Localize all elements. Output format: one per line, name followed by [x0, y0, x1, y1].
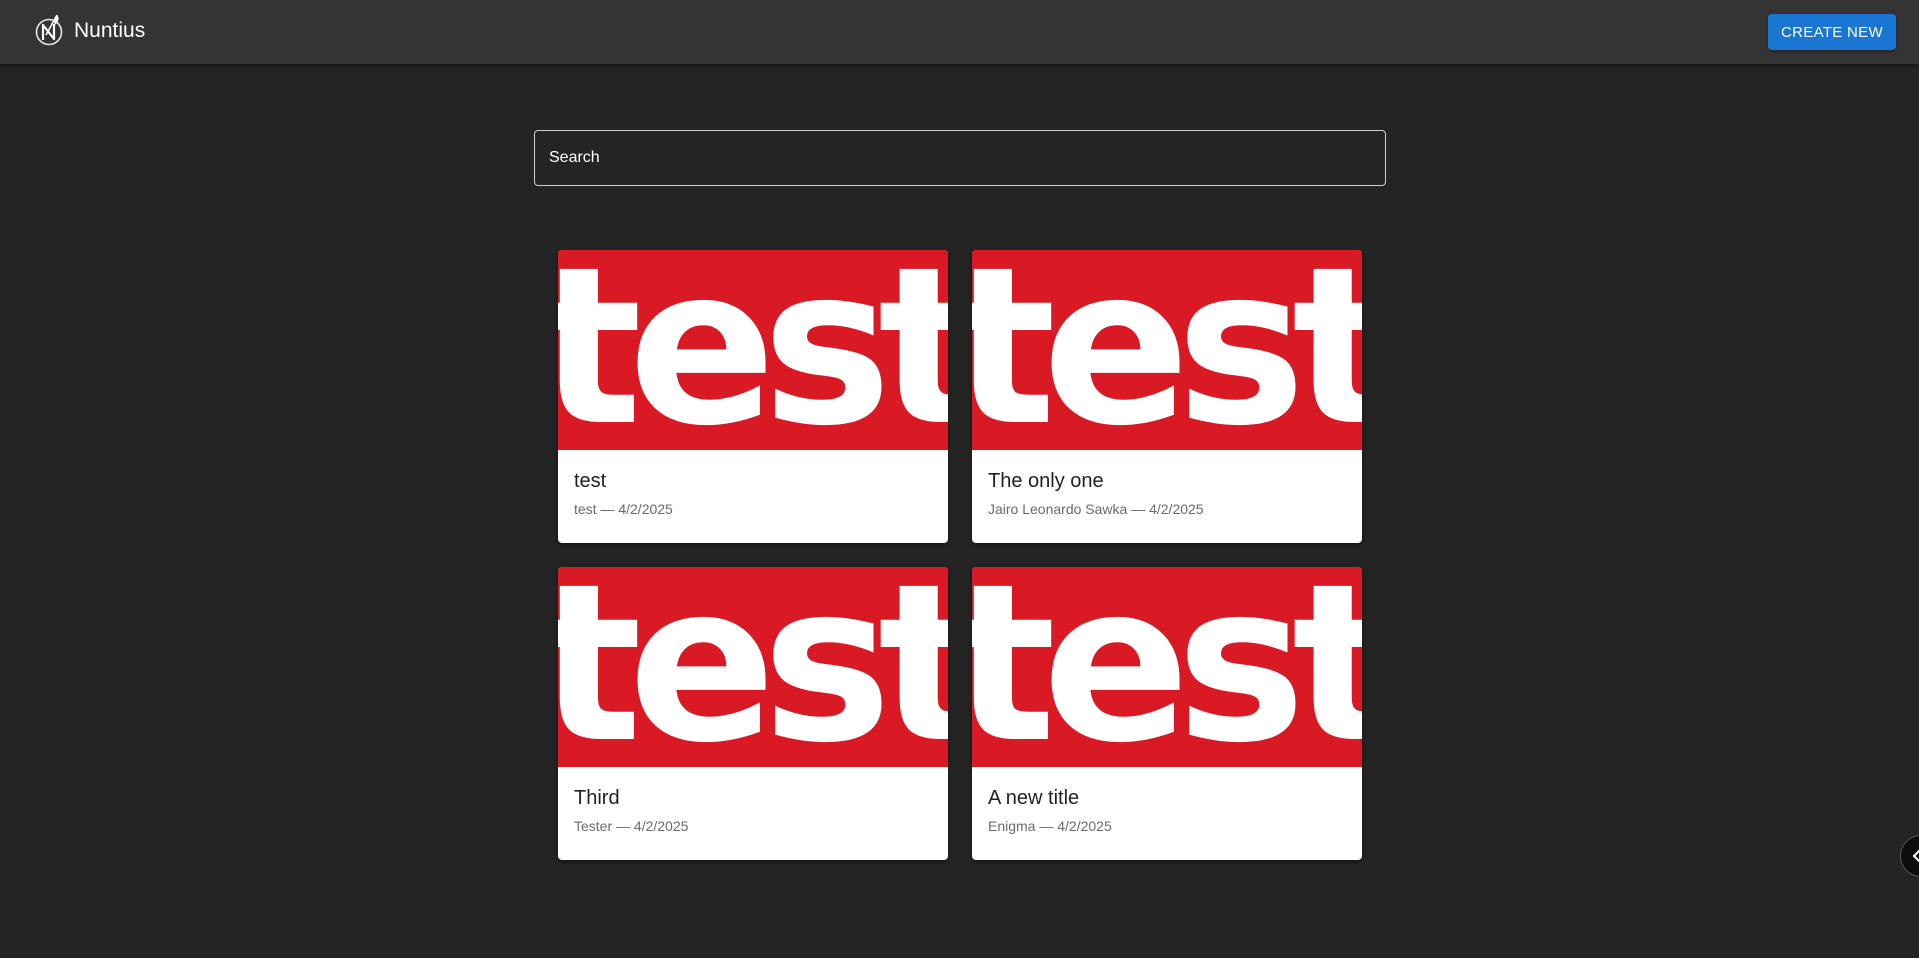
post-card-body: test test — 4/2/2025 — [558, 450, 948, 517]
post-thumbnail: test — [972, 250, 1362, 450]
post-title: Third — [574, 787, 620, 809]
post-meta: Jairo Leonardo Sawka — 4/2/2025 — [988, 501, 1204, 517]
post-thumbnail-text: test — [558, 250, 948, 450]
search-input[interactable] — [534, 130, 1386, 186]
post-thumbnail: test — [972, 567, 1362, 767]
post-card-body: A new title Enigma — 4/2/2025 — [972, 767, 1362, 834]
app-bar: Nuntius CREATE NEW — [0, 0, 1919, 64]
post-meta: Enigma — 4/2/2025 — [988, 818, 1112, 834]
chevron-left-icon — [1912, 849, 1919, 863]
post-title: A new title — [988, 787, 1080, 809]
side-panel-toggle[interactable] — [1900, 835, 1919, 877]
post-thumbnail: test — [558, 567, 948, 767]
post-card-body: The only one Jairo Leonardo Sawka — 4/2/… — [972, 450, 1362, 517]
quill-n-logo-icon[interactable] — [34, 13, 64, 47]
post-title: test — [574, 470, 607, 492]
post-thumbnail: test — [558, 250, 948, 450]
post-title: The only one — [988, 470, 1104, 492]
post-thumbnail-text: test — [558, 567, 948, 767]
create-new-button[interactable]: CREATE NEW — [1768, 14, 1896, 50]
post-meta: test — 4/2/2025 — [574, 501, 673, 517]
post-card[interactable]: test A new title Enigma — 4/2/2025 — [972, 567, 1362, 860]
post-card-body: Third Tester — 4/2/2025 — [558, 767, 948, 834]
post-card[interactable]: test Third Tester — 4/2/2025 — [558, 567, 948, 860]
post-card[interactable]: test test test — 4/2/2025 — [558, 250, 948, 543]
posts-grid: test test test — 4/2/2025 test The only … — [558, 250, 1362, 860]
post-card[interactable]: test The only one Jairo Leonardo Sawka —… — [972, 250, 1362, 543]
post-thumbnail-text: test — [972, 567, 1362, 767]
post-thumbnail-text: test — [972, 250, 1362, 450]
brand-name[interactable]: Nuntius — [74, 19, 145, 43]
post-meta: Tester — 4/2/2025 — [574, 818, 689, 834]
